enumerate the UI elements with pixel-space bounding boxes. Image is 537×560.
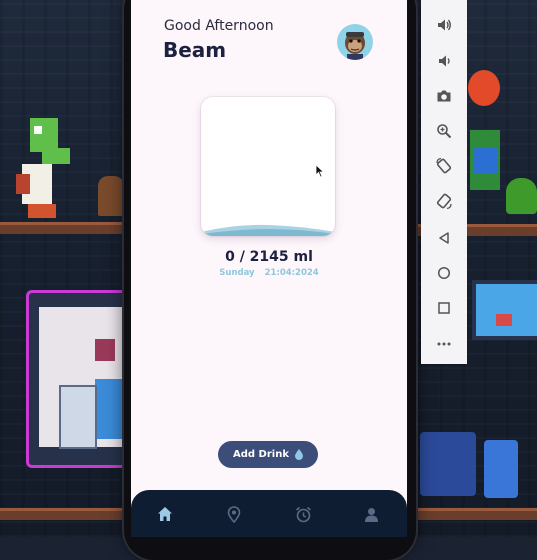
water-wave [201,224,335,236]
camera-icon [437,90,451,102]
overview-button[interactable] [432,296,456,320]
wallpaper-monitor [26,290,130,468]
volume-up-icon [438,19,451,31]
add-drink-button[interactable]: Add Drink [218,441,318,468]
wallpaper-shell [506,178,537,214]
day-label: Sunday [219,268,255,278]
date-row: Sunday 21:04:2024 [131,268,407,278]
wallpaper-flower [468,70,500,106]
wallpaper-yoshi [16,118,70,218]
location-pin-icon [227,505,241,523]
water-drop-icon [294,449,303,460]
volume-up-button[interactable] [432,13,456,37]
rotate-right-icon [436,193,452,210]
wallpaper-painting [472,280,537,340]
home-button[interactable] [432,261,456,285]
volume-down-button[interactable] [432,49,456,73]
profile-icon [364,507,378,522]
wallpaper-mug [420,432,476,496]
wallpaper-gameboy [484,440,518,498]
nav-profile[interactable] [359,502,383,526]
avatar[interactable] [337,24,373,60]
home-circle-icon [437,266,451,280]
back-icon [439,232,449,244]
rotate-left-icon [436,157,452,174]
date-label: 21:04:2024 [264,268,319,278]
zoom-button[interactable] [432,119,456,143]
emulator-toolbar [421,0,467,364]
wallpaper-shelf [0,222,124,234]
add-drink-label: Add Drink [233,449,289,460]
nav-location[interactable] [222,502,246,526]
ape-avatar-icon [345,32,365,60]
rotate-left-button[interactable] [432,154,456,178]
nav-home[interactable] [153,502,177,526]
back-button[interactable] [432,226,456,250]
screenshot-button[interactable] [432,84,456,108]
volume-down-icon [439,55,450,67]
user-name: Beam [163,38,227,62]
wallpaper-goomba [98,176,124,216]
more-icon [437,342,451,346]
zoom-in-icon [437,124,452,139]
wallpaper-box-blue [474,148,498,174]
app-screen: Good Afternoon Beam 0 / 2145 ml Sunday 21… [131,0,407,537]
home-icon [158,507,172,521]
nav-alarm[interactable] [291,502,315,526]
rotate-right-button[interactable] [432,189,456,213]
more-button[interactable] [432,332,456,356]
overview-square-icon [438,302,450,314]
intake-amount: 0 / 2145 ml [225,249,313,265]
mouse-cursor-icon [315,164,325,178]
greeting-text: Good Afternoon [164,18,274,34]
alarm-clock-icon [295,506,311,522]
bottom-navbar [131,490,407,537]
